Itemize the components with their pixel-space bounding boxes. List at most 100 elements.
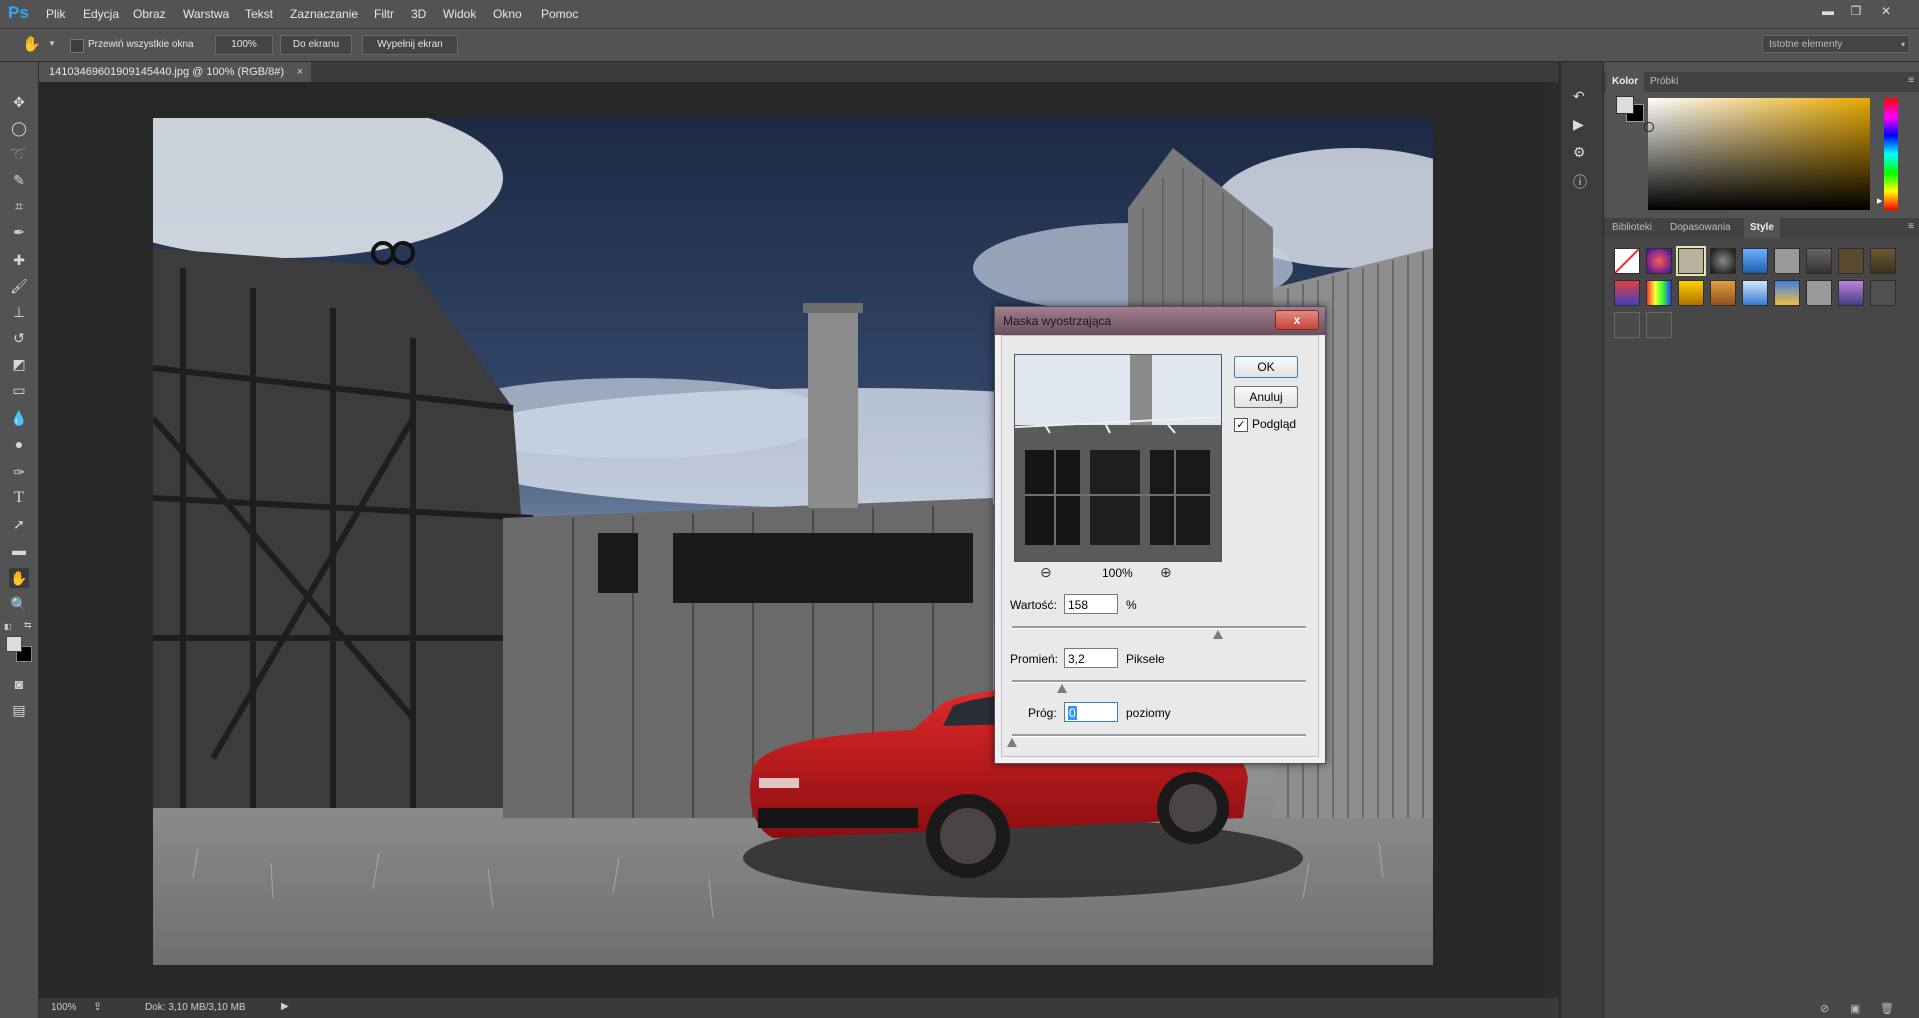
menu-help[interactable]: Pomoc bbox=[541, 7, 578, 21]
radius-slider-thumb[interactable] bbox=[1056, 684, 1067, 693]
trash-icon[interactable]: 🗑 bbox=[1880, 1002, 1894, 1015]
fit-screen-button[interactable]: Do ekranu bbox=[280, 35, 352, 55]
fill-screen-button[interactable]: Wypełnij ekran bbox=[362, 35, 458, 55]
menu-view[interactable]: Widok bbox=[443, 7, 476, 21]
style-swatch[interactable] bbox=[1710, 248, 1736, 274]
workspace-select[interactable]: Istotne elementy ▾ bbox=[1762, 35, 1910, 53]
dialog-close-button[interactable]: x bbox=[1275, 310, 1319, 330]
new-style-icon[interactable]: ▣ bbox=[1850, 1002, 1860, 1015]
hand-tool-icon[interactable]: ✋ bbox=[9, 568, 29, 588]
blur-tool-icon[interactable]: 💧 bbox=[9, 408, 29, 428]
zoom-level[interactable]: 100% bbox=[51, 1002, 77, 1013]
menu-select[interactable]: Zaznaczanie bbox=[290, 7, 358, 21]
style-swatch[interactable] bbox=[1614, 280, 1640, 306]
menu-type[interactable]: Tekst bbox=[245, 7, 273, 21]
type-tool-icon[interactable]: T bbox=[9, 488, 29, 508]
tab-libraries[interactable]: Biblioteki bbox=[1606, 218, 1658, 238]
document-tab[interactable]: 14103469601909145440.jpg @ 100% (RGB/8#)… bbox=[39, 62, 311, 82]
menu-file[interactable]: Plik bbox=[46, 7, 65, 21]
threshold-slider-track[interactable] bbox=[1012, 734, 1306, 737]
history-panel-icon[interactable]: ↶ bbox=[1573, 88, 1585, 105]
brush-tool-icon[interactable]: 🖌 bbox=[9, 276, 29, 296]
menu-edit[interactable]: Edycja bbox=[83, 7, 119, 21]
zoom-tool-icon[interactable]: 🔍 bbox=[9, 594, 29, 614]
menu-window[interactable]: Okno bbox=[493, 7, 522, 21]
hand-tool-preset-icon[interactable]: ✋ bbox=[22, 35, 41, 53]
threshold-slider-thumb[interactable] bbox=[1007, 738, 1017, 747]
status-menu-arrow-icon[interactable]: ▶ bbox=[281, 1001, 289, 1012]
style-swatch[interactable] bbox=[1614, 312, 1640, 338]
marquee-tool-icon[interactable]: ◯ bbox=[9, 118, 29, 138]
filter-preview[interactable] bbox=[1014, 354, 1222, 562]
dialog-title-bar[interactable]: Maska wyostrzająca x bbox=[995, 307, 1325, 335]
style-swatch[interactable] bbox=[1806, 280, 1832, 306]
actions-panel-icon[interactable]: ▶ bbox=[1573, 116, 1584, 133]
clone-stamp-tool-icon[interactable]: ⊥ bbox=[9, 302, 29, 322]
panel-menu-icon[interactable]: ≡ bbox=[1908, 75, 1914, 86]
style-swatch[interactable] bbox=[1646, 248, 1672, 274]
crop-tool-icon[interactable]: ⌗ bbox=[9, 196, 29, 216]
tab-styles[interactable]: Style bbox=[1744, 218, 1780, 238]
ok-button[interactable]: OK bbox=[1234, 356, 1298, 378]
menu-3d[interactable]: 3D bbox=[411, 7, 426, 21]
zoom-100-button[interactable]: 100% bbox=[215, 35, 273, 55]
tab-close-icon[interactable]: × bbox=[297, 62, 303, 82]
share-icon[interactable]: ⇪ bbox=[93, 1000, 102, 1013]
cancel-button[interactable]: Anuluj bbox=[1234, 386, 1298, 408]
hue-slider-thumb-icon[interactable]: ▶ bbox=[1877, 197, 1882, 205]
amount-slider-thumb[interactable] bbox=[1212, 630, 1223, 639]
screen-mode-icon[interactable]: ▤ bbox=[9, 700, 29, 720]
threshold-input[interactable]: 0 bbox=[1064, 702, 1118, 722]
style-none[interactable] bbox=[1614, 248, 1640, 274]
style-swatch[interactable] bbox=[1646, 312, 1672, 338]
path-select-tool-icon[interactable]: ➚ bbox=[9, 514, 29, 534]
style-swatch[interactable] bbox=[1838, 248, 1864, 274]
style-swatch[interactable] bbox=[1774, 248, 1800, 274]
chevron-down-icon[interactable]: ▼ bbox=[48, 39, 56, 48]
style-swatch[interactable] bbox=[1742, 280, 1768, 306]
radius-input[interactable]: 3,2 bbox=[1064, 648, 1118, 668]
tab-color[interactable]: Kolor bbox=[1606, 72, 1645, 92]
radius-slider-track[interactable] bbox=[1012, 680, 1306, 683]
move-tool-icon[interactable]: ✥ bbox=[9, 92, 29, 112]
color-field[interactable] bbox=[1648, 98, 1870, 210]
swap-colors-icon[interactable]: ⇆ bbox=[24, 620, 32, 631]
tab-swatches[interactable]: Próbki bbox=[1644, 72, 1684, 92]
quick-select-tool-icon[interactable]: ✎ bbox=[9, 170, 29, 190]
vertical-scrollbar[interactable] bbox=[1545, 82, 1559, 998]
style-swatch[interactable] bbox=[1870, 248, 1896, 274]
amount-input[interactable]: 158 bbox=[1064, 594, 1118, 614]
shape-tool-icon[interactable]: ▬ bbox=[9, 540, 29, 560]
tab-adjustments[interactable]: Dopasowania bbox=[1664, 218, 1737, 238]
quick-mask-icon[interactable]: ◙ bbox=[9, 674, 29, 694]
style-swatch[interactable] bbox=[1710, 280, 1736, 306]
style-swatch[interactable] bbox=[1870, 280, 1896, 306]
menu-layer[interactable]: Warstwa bbox=[183, 7, 229, 21]
gradient-tool-icon[interactable]: ▭ bbox=[9, 380, 29, 400]
zoom-out-icon[interactable]: ⊖ bbox=[1040, 564, 1052, 581]
info-panel-icon[interactable]: ⓘ bbox=[1573, 172, 1587, 192]
preview-checkbox[interactable]: ✓ bbox=[1234, 418, 1248, 432]
style-swatch[interactable] bbox=[1774, 280, 1800, 306]
style-swatch-selected[interactable] bbox=[1676, 246, 1706, 276]
amount-slider-track[interactable] bbox=[1012, 626, 1306, 629]
eyedropper-tool-icon[interactable]: ✒ bbox=[9, 222, 29, 242]
lasso-tool-icon[interactable]: ➰ bbox=[9, 144, 29, 164]
panel-menu-icon[interactable]: ≡ bbox=[1908, 221, 1914, 232]
panel-foreground-swatch[interactable] bbox=[1616, 96, 1634, 114]
hue-slider[interactable] bbox=[1884, 98, 1898, 210]
dodge-tool-icon[interactable]: ● bbox=[9, 434, 29, 454]
scroll-all-windows-checkbox[interactable] bbox=[70, 39, 84, 53]
menu-filter[interactable]: Filtr bbox=[374, 7, 394, 21]
zoom-in-icon[interactable]: ⊕ bbox=[1160, 564, 1172, 581]
healing-brush-tool-icon[interactable]: ✚ bbox=[9, 250, 29, 270]
default-colors-icon[interactable]: ◧ bbox=[4, 622, 12, 631]
clear-style-icon[interactable]: ⊘ bbox=[1820, 1002, 1829, 1015]
eraser-tool-icon[interactable]: ◩ bbox=[9, 354, 29, 374]
style-swatch[interactable] bbox=[1806, 248, 1832, 274]
restore-icon[interactable]: ❐ bbox=[1845, 3, 1867, 19]
style-swatch[interactable] bbox=[1646, 280, 1672, 306]
style-swatch[interactable] bbox=[1742, 248, 1768, 274]
style-swatch[interactable] bbox=[1838, 280, 1864, 306]
minimize-icon[interactable]: ▬ bbox=[1817, 3, 1839, 19]
